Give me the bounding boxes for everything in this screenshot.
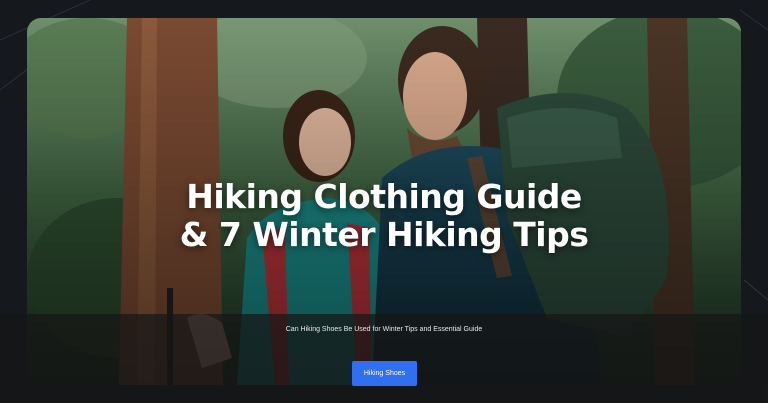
hero-title: Hiking Clothing Guide & 7 Winter Hiking … [27, 178, 741, 254]
hero-title-line-2: & 7 Winter Hiking Tips [179, 215, 589, 254]
hiking-shoes-button[interactable]: Hiking Shoes [352, 361, 417, 386]
overlay-caption: Can Hiking Shoes Be Used for Winter Tips… [285, 326, 483, 333]
hero-title-line-1: Hiking Clothing Guide [186, 177, 582, 216]
